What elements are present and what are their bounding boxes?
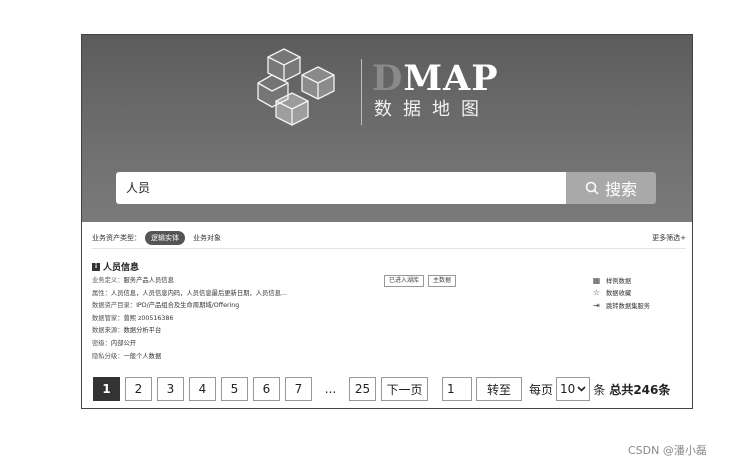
page-4-button[interactable]: 4 [189, 377, 216, 401]
field-row: 数据资产目录：IPD/产品组合及生命周期域/Offering [92, 302, 240, 310]
watermark: CSDN @潘小磊 [628, 444, 707, 457]
tag-master-data: 主数据 [428, 275, 457, 287]
search-icon [585, 181, 599, 195]
app-frame: DMAP 数据地图 人员 搜索 业务资产类型： 逻辑实体 业务对象 更多筛选+ … [81, 34, 693, 409]
jump-dataset-action[interactable]: ⇥ 跳转数据集服务 [592, 299, 650, 312]
hero-banner: DMAP 数据地图 人员 搜索 [82, 35, 692, 222]
divider [92, 248, 686, 249]
page-6-button[interactable]: 6 [253, 377, 280, 401]
page-1-button[interactable]: 1 [93, 377, 120, 401]
field-row: 数据来源：数据分析平台 [92, 327, 162, 335]
search-button-label: 搜索 [604, 180, 637, 199]
result-title[interactable]: i 人员信息 [92, 260, 139, 273]
result-title-text: 人员信息 [103, 263, 140, 273]
per-page-select[interactable]: 10 [556, 377, 591, 401]
filter-row: 业务资产类型： 逻辑实体 业务对象 更多筛选+ [92, 231, 686, 245]
page-5-button[interactable]: 5 [221, 377, 248, 401]
result-tags: 已进入湖库 主数据 [384, 275, 457, 287]
chip-logical-entity[interactable]: 逻辑实体 [145, 231, 185, 245]
field-row: 业务定义：服务产品人员信息 [92, 277, 174, 284]
chip-business-object[interactable]: 业务对象 [193, 233, 221, 243]
favorite-action[interactable]: ☆ 数据收藏 [592, 287, 650, 300]
export-icon: ⇥ [593, 300, 600, 310]
pagination: 1 2 3 4 5 6 7 ... 25 下一页 1 转至 每页 10 条 总共… [93, 376, 670, 402]
field-row: 密级：内部公开 [92, 339, 137, 347]
page-ellipsis: ... [324, 382, 337, 396]
field-row: 数据管家：曾熙 z00516386 [92, 314, 174, 322]
chevron-down-icon [577, 386, 586, 392]
page-7-button[interactable]: 7 [285, 377, 312, 401]
total-count: 总共246条 [609, 382, 671, 397]
star-icon: ☆ [592, 288, 601, 298]
field-row: 属性：人员信息，人员信息内码，人员信息最后更新日期，人员信息... [92, 289, 287, 297]
more-filters-link[interactable]: 更多筛选+ [652, 233, 686, 243]
page-3-button[interactable]: 3 [157, 377, 184, 401]
jump-page-input[interactable]: 1 [442, 377, 472, 401]
jump-button[interactable]: 转至 [476, 377, 522, 401]
per-page-label: 每页 [529, 382, 554, 397]
result-fields: 业务定义：服务产品人员信息 属性：人员信息，人员信息内码，人员信息最后更新日期，… [92, 275, 372, 363]
page-last-button[interactable]: 25 [349, 377, 376, 401]
next-page-button[interactable]: 下一页 [381, 377, 428, 401]
sample-data-action[interactable]: ▦ 样例数据 [592, 274, 650, 287]
brand-name: DMAP [372, 58, 499, 99]
field-row: 隐私分级：一般个人数据 [92, 352, 162, 360]
logo-separator [361, 59, 362, 125]
search-input[interactable]: 人员 [116, 172, 567, 204]
table-icon: ▦ [592, 275, 601, 285]
page-2-button[interactable]: 2 [125, 377, 152, 401]
cube-logo-icon [257, 48, 335, 126]
tag-in-lake: 已进入湖库 [384, 275, 425, 287]
filter-label: 业务资产类型： [92, 234, 141, 242]
brand-subtitle: 数据地图 [374, 99, 490, 120]
result-actions: ▦ 样例数据 ☆ 数据收藏 ⇥ 跳转数据集服务 [592, 274, 650, 312]
per-page-unit: 条 [593, 382, 606, 397]
search-button[interactable]: 搜索 [566, 172, 656, 204]
info-icon: i [92, 262, 100, 271]
